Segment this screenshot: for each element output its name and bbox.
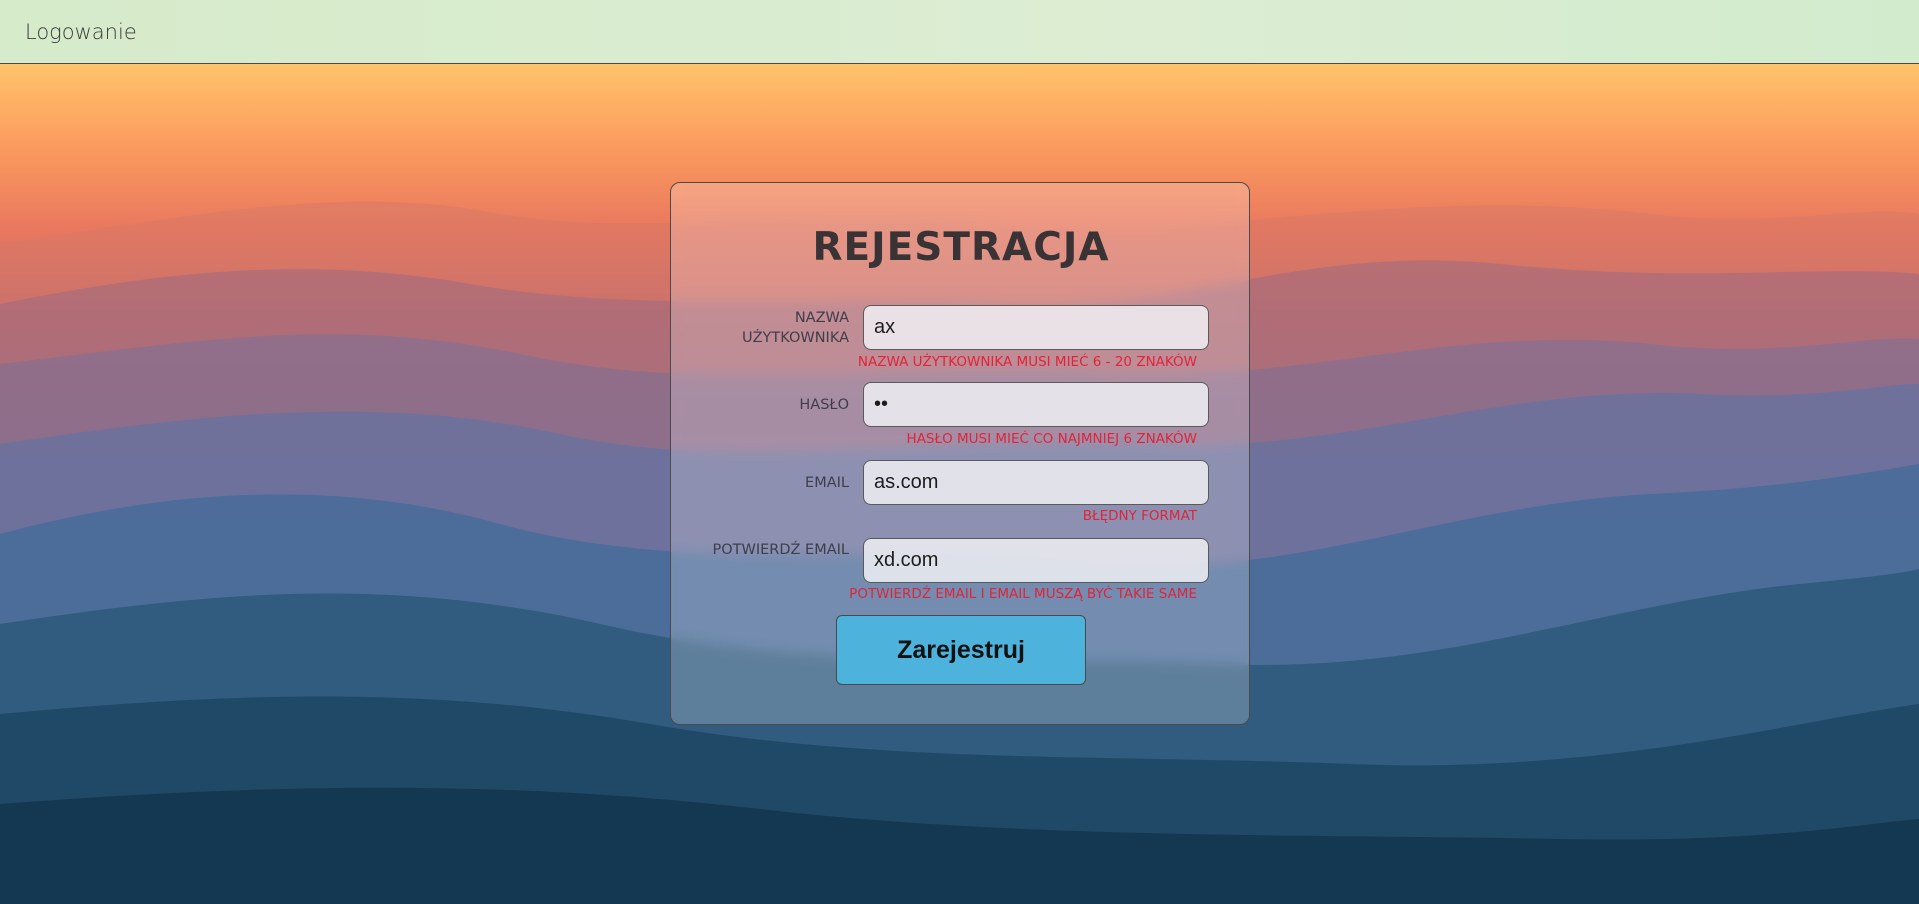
- registration-card: REJESTRACJA NAZWA UŻYTKOWNIKA NAZWA UŻYT…: [670, 182, 1250, 725]
- username-error: NAZWA UŻYTKOWNIKA MUSI MIEĆ 6 - 20 ZNAKÓ…: [857, 354, 1197, 370]
- username-input[interactable]: [863, 305, 1209, 350]
- email-label: EMAIL: [805, 475, 849, 491]
- email-error: BŁĘDNY FORMAT: [1082, 508, 1197, 524]
- username-label: NAZWA UŻYTKOWNIKA: [741, 310, 849, 346]
- top-navbar: Logowanie: [0, 0, 1919, 64]
- email-input[interactable]: [863, 460, 1209, 505]
- confirm-email-label: POTWIERDŹ EMAIL: [712, 542, 849, 558]
- page: Logowanie REJESTRACJA NAZWA UŻYTKOWNIKA …: [0, 0, 1919, 904]
- password-input[interactable]: [863, 382, 1209, 427]
- confirm-email-error: POTWIERDŹ EMAIL I EMAIL MUSZĄ BYĆ TAKIE …: [849, 586, 1197, 602]
- password-label: HASŁO: [799, 397, 849, 413]
- register-button[interactable]: Zarejestruj: [836, 615, 1086, 685]
- form-title: REJESTRACJA: [812, 225, 1110, 270]
- confirm-email-input[interactable]: [863, 538, 1209, 583]
- password-error: HASŁO MUSI MIEĆ CO NAJMNIEJ 6 ZNAKÓW: [906, 431, 1197, 447]
- login-link[interactable]: Logowanie: [25, 20, 137, 44]
